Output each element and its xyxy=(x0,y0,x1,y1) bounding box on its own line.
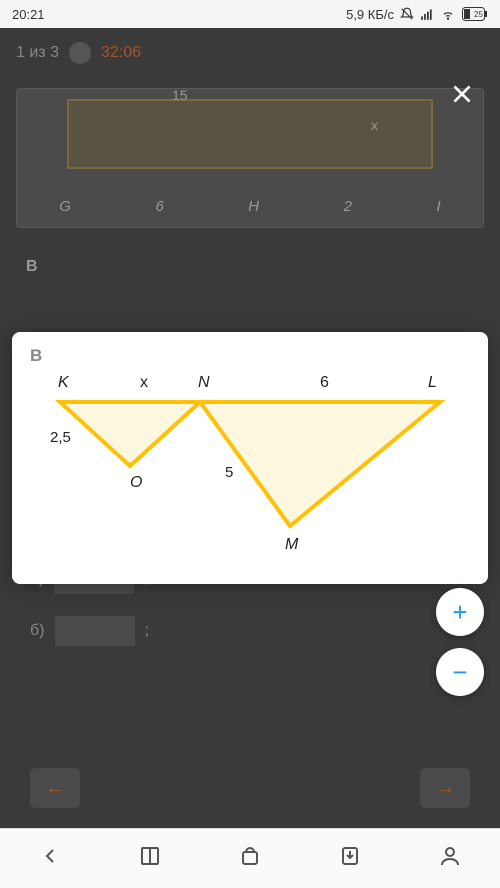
bg-label-g: G xyxy=(59,198,71,215)
label-6: 6 xyxy=(320,374,329,392)
status-speed: 5,9 КБ/с xyxy=(346,7,394,22)
side-nm: 5 xyxy=(225,464,233,481)
profile-icon xyxy=(438,844,462,868)
minus-icon: − xyxy=(452,657,467,688)
home-icon xyxy=(238,844,262,868)
triangle-svg xyxy=(30,396,450,556)
quiz-timer: 32:06 xyxy=(101,44,141,62)
bg-bottom-labels: G 6 H 2 I xyxy=(17,198,483,215)
status-time: 20:21 xyxy=(12,7,45,22)
zoom-controls: + − xyxy=(436,588,484,696)
bg-label-h: H xyxy=(248,198,259,215)
answer-row-b: б) ; xyxy=(30,616,470,646)
next-button[interactable]: → xyxy=(420,768,470,808)
bg-val-x: x xyxy=(371,117,378,133)
chevron-left-icon xyxy=(38,844,62,868)
zoom-in-button[interactable]: + xyxy=(436,588,484,636)
problem-letter: В xyxy=(30,346,470,366)
bg-label-2: 2 xyxy=(344,198,352,215)
signal-icon xyxy=(420,7,434,21)
close-icon xyxy=(449,81,475,107)
label-o: O xyxy=(130,474,142,492)
wifi-icon xyxy=(440,7,456,21)
quiz-progress: 1 из 3 xyxy=(16,44,59,62)
label-k: K xyxy=(58,374,69,392)
plus-icon: + xyxy=(452,597,467,628)
label-n: N xyxy=(198,374,210,392)
bg-nav: ← → xyxy=(30,768,470,808)
bg-label-6: 6 xyxy=(155,198,163,215)
download-icon xyxy=(338,844,362,868)
problem-modal: В K x N 6 L 2,5 5 O M xyxy=(12,332,488,584)
quiz-header: 1 из 3 32:06 xyxy=(0,28,500,78)
zoom-out-button[interactable]: − xyxy=(436,648,484,696)
label-x: x xyxy=(140,374,148,392)
status-right: 5,9 КБ/с 25 xyxy=(346,7,488,22)
nav-profile[interactable] xyxy=(438,844,462,873)
answer-b-input[interactable] xyxy=(55,616,135,646)
svg-text:25: 25 xyxy=(474,10,483,19)
answer-b-label: б) xyxy=(30,622,45,640)
nav-home[interactable] xyxy=(238,844,262,873)
bg-label-i: I xyxy=(437,198,441,215)
bg-triangle-shape xyxy=(67,99,433,169)
nav-book[interactable] xyxy=(138,844,162,873)
battery-icon: 25 xyxy=(462,7,488,21)
bell-off-icon xyxy=(400,7,414,21)
book-icon xyxy=(138,844,162,868)
answer-b-semi: ; xyxy=(145,622,149,640)
content-area: 1 из 3 32:06 15 x G 6 H 2 I В Ответ: а) … xyxy=(0,28,500,828)
clock-icon xyxy=(69,42,91,64)
close-button[interactable] xyxy=(444,76,480,112)
bottom-nav xyxy=(0,828,500,888)
label-m: M xyxy=(285,536,298,554)
status-bar: 20:21 5,9 КБ/с 25 xyxy=(0,0,500,28)
triangle-diagram: K x N 6 L 2,5 5 O M xyxy=(30,374,470,564)
nav-back[interactable] xyxy=(38,844,62,873)
bg-val-15: 15 xyxy=(172,87,188,103)
nav-download[interactable] xyxy=(338,844,362,873)
side-ko: 2,5 xyxy=(50,429,71,446)
prev-button[interactable]: ← xyxy=(30,768,80,808)
label-l: L xyxy=(428,374,437,392)
bg-problem-card-a: 15 x G 6 H 2 I xyxy=(16,88,484,228)
bg-card-b-hint: В xyxy=(16,248,484,286)
